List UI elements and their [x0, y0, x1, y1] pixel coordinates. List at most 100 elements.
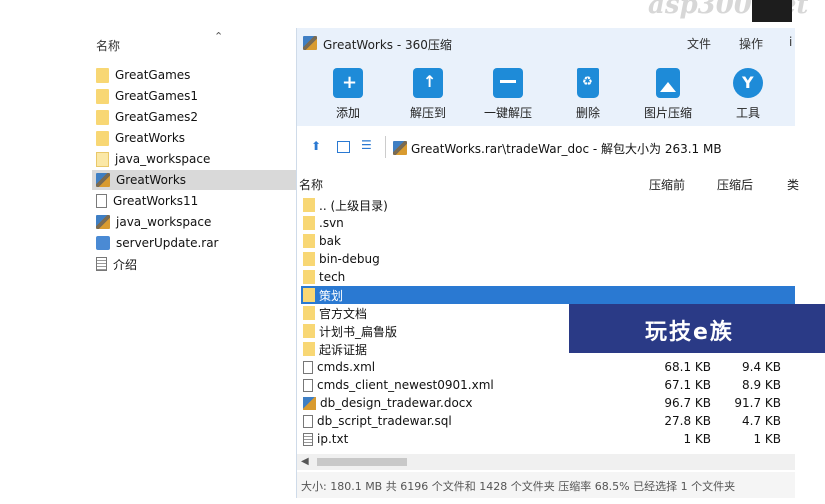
file-row[interactable]: ip.txt 1 KB 1 KB — [301, 430, 795, 448]
scroll-left-icon[interactable]: ◀ — [301, 456, 309, 467]
chevron-up-icon[interactable]: ⌃ — [214, 30, 223, 43]
file-name: 起诉证据 — [319, 342, 368, 357]
add-folder-icon: + — [333, 68, 363, 98]
extract-folder-icon: ↑ — [413, 68, 443, 98]
watermark-block — [752, 0, 792, 22]
explorer-item-label: java_workspace — [115, 152, 211, 166]
tools-button-label: 工具 — [735, 106, 760, 120]
watermark-banner-text: 玩技e族 — [645, 320, 734, 345]
extract-to-button-label: 解压到 — [409, 106, 446, 120]
file-row[interactable]: .. (上级目录) — [301, 196, 795, 214]
scrollbar-thumb[interactable] — [317, 458, 407, 466]
file-row[interactable]: bin-debug — [301, 250, 795, 268]
file-name: 计划书_扁鲁版 — [319, 324, 398, 339]
folder-icon — [303, 324, 315, 338]
file-name: .. (上级目录) — [319, 198, 388, 213]
explorer-item[interactable]: GreatGames — [96, 65, 300, 85]
folder-icon — [303, 234, 315, 248]
horizontal-scrollbar[interactable]: ◀ — [297, 454, 795, 470]
file-name: db_design_tradewar.docx — [320, 396, 473, 410]
thumbnail-view-icon[interactable] — [337, 141, 350, 153]
file-size-after: 4.7 KB — [742, 414, 781, 428]
file-name: bak — [319, 234, 341, 248]
file-row[interactable]: tech — [301, 268, 795, 286]
status-text: 大小: 180.1 MB 共 6196 个文件和 1428 个文件夹 压缩率 6… — [301, 480, 736, 493]
one-click-extract-icon — [493, 68, 523, 98]
explorer-item-label: serverUpdate.rar — [116, 236, 219, 250]
image-compress-button[interactable]: 图片压缩 — [633, 62, 703, 121]
file-row[interactable]: db_design_tradewar.docx 96.7 KB 91.7 KB — [301, 394, 795, 412]
file-size-after: 91.7 KB — [734, 396, 781, 410]
file-size-before: 1 KB — [683, 432, 711, 446]
explorer-item[interactable]: java_workspace — [96, 212, 300, 232]
network-archive-icon — [96, 236, 110, 250]
file-name: bin-debug — [319, 252, 380, 266]
file-name: db_script_tradewar.sql — [317, 414, 452, 428]
file-name: .svn — [319, 216, 344, 230]
file-row[interactable]: cmds.xml 68.1 KB 9.4 KB — [301, 358, 795, 376]
column-size-before[interactable]: 压缩前 — [649, 176, 685, 193]
explorer-item-label: java_workspace — [116, 215, 212, 229]
folder-icon — [303, 252, 315, 266]
explorer-item[interactable]: GreatWorks — [96, 128, 300, 148]
file-row[interactable]: cmds_client_newest0901.xml 67.1 KB 8.9 KB — [301, 376, 795, 394]
one-click-extract-button[interactable]: 一键解压 — [473, 62, 543, 121]
file-size-after: 9.4 KB — [742, 360, 781, 374]
file-row-selected[interactable]: 策划 — [301, 286, 795, 304]
column-size-after[interactable]: 压缩后 — [717, 176, 753, 193]
column-name[interactable]: 名称 — [299, 176, 323, 193]
explorer-item[interactable]: serverUpdate.rar — [96, 233, 300, 253]
file-size-before: 96.7 KB — [664, 396, 711, 410]
tools-icon: Y — [733, 68, 763, 98]
delete-button[interactable]: ♻ 删除 — [553, 62, 623, 121]
image-compress-button-label: 图片压缩 — [643, 106, 692, 120]
add-button[interactable]: + 添加 — [313, 62, 383, 121]
column-type[interactable]: 类 — [787, 176, 799, 193]
folder-icon — [96, 88, 109, 104]
list-view-icon[interactable]: ☰ — [361, 138, 374, 152]
status-bar: 大小: 180.1 MB 共 6196 个文件和 1428 个文件夹 压缩率 6… — [297, 472, 795, 498]
explorer-item-selected[interactable]: GreatWorks — [92, 170, 296, 190]
window-title: GreatWorks - 360压缩 — [323, 38, 452, 52]
folder-icon — [303, 216, 315, 230]
file-row[interactable]: .svn — [301, 214, 795, 232]
docx-file-icon — [303, 396, 316, 410]
file-row[interactable]: db_script_tradewar.sql 27.8 KB 4.7 KB — [301, 412, 795, 430]
folder-icon — [96, 151, 109, 167]
file-size-after: 8.9 KB — [742, 378, 781, 392]
explorer-item-label: GreatGames2 — [115, 110, 199, 124]
folder-icon — [303, 342, 315, 356]
menu-more[interactable]: i — [789, 35, 792, 49]
file-name: cmds_client_newest0901.xml — [317, 378, 494, 392]
title-bar: GreatWorks - 360压缩 文件 操作 i — [297, 28, 795, 58]
sql-file-icon — [303, 414, 313, 428]
file-row[interactable]: bak — [301, 232, 795, 250]
archive-window: GreatWorks - 360压缩 文件 操作 i + 添加 ↑ 解压到 一键… — [296, 28, 799, 498]
explorer-pane: 名称 ⌃ GreatGames GreatGames1 GreatGames2 … — [0, 0, 300, 504]
folder-icon — [303, 306, 315, 320]
file-size-before: 67.1 KB — [664, 378, 711, 392]
one-click-extract-button-label: 一键解压 — [483, 106, 532, 120]
folder-icon — [96, 130, 109, 146]
xml-file-icon — [303, 378, 313, 392]
rar-archive-icon — [393, 141, 407, 155]
txt-file-icon — [303, 432, 313, 446]
extract-to-button[interactable]: ↑ 解压到 — [393, 62, 463, 121]
name-column-header[interactable]: 名称 — [96, 37, 120, 54]
explorer-item[interactable]: GreatGames1 — [96, 86, 300, 106]
explorer-item[interactable]: GreatWorks11 — [96, 191, 300, 211]
menu-file[interactable]: 文件 — [687, 35, 711, 52]
explorer-item[interactable]: 介绍 — [96, 254, 300, 274]
explorer-item[interactable]: GreatGames2 — [96, 107, 300, 127]
document-icon — [96, 194, 107, 208]
explorer-item-label: GreatWorks — [116, 173, 187, 187]
text-document-icon — [96, 257, 107, 271]
folder-icon — [303, 270, 315, 284]
explorer-item-label: GreatGames1 — [115, 89, 199, 103]
address-path[interactable]: GreatWorks.rar\tradeWar_doc - 解包大小为 263.… — [411, 140, 722, 157]
menu-operation[interactable]: 操作 — [739, 35, 763, 52]
tools-button[interactable]: Y 工具 — [713, 62, 783, 121]
rar-archive-icon — [303, 36, 317, 50]
up-arrow-icon[interactable]: ⬆ — [311, 139, 324, 153]
explorer-item[interactable]: java_workspace — [96, 149, 300, 169]
